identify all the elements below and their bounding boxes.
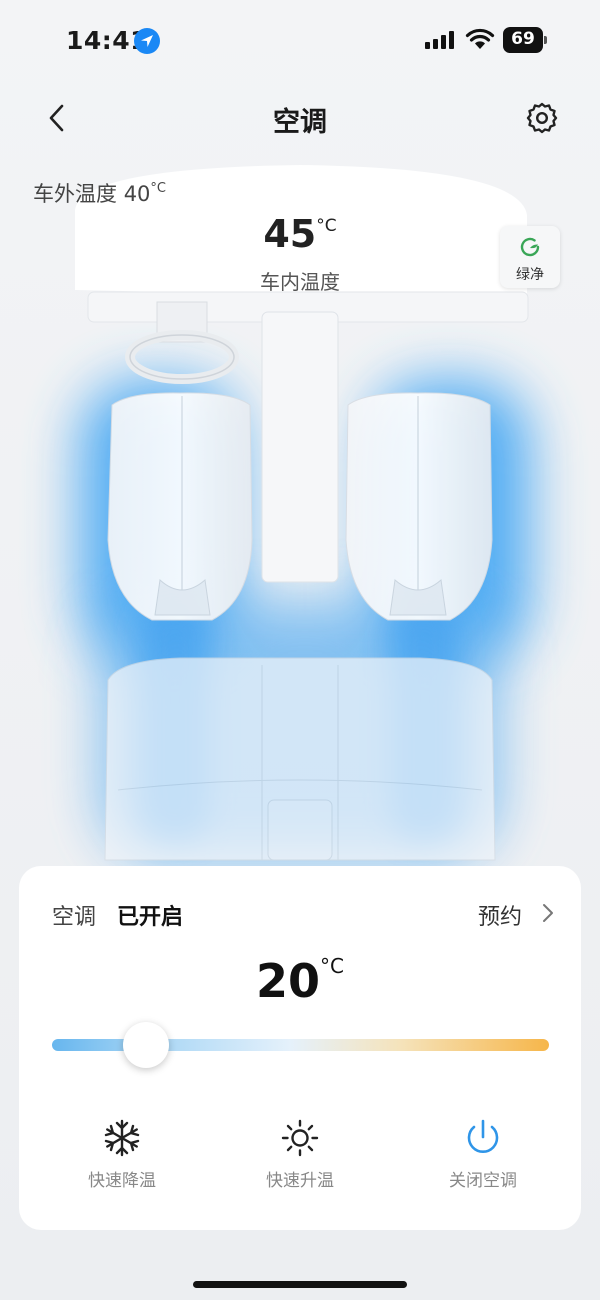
green-clean-label: 绿净	[516, 267, 544, 283]
quick-cool-label: 快速降温	[88, 1171, 156, 1191]
schedule-link[interactable]: 预约	[478, 899, 522, 931]
snowflake-icon	[104, 1119, 140, 1157]
page-title: 空调	[273, 107, 327, 138]
home-indicator[interactable]	[193, 1281, 407, 1288]
turn-off-ac-label: 关闭空调	[449, 1171, 517, 1191]
leaf-refresh-icon	[520, 237, 540, 257]
set-temperature: 20°C	[256, 954, 344, 1008]
settings-button[interactable]	[524, 100, 560, 136]
ac-label: 空调	[52, 905, 97, 930]
ac-control-card: 空调 已开启 预约 20°C 快速降温 快速升温 关闭空调	[19, 866, 581, 1230]
sun-icon	[281, 1119, 319, 1157]
wifi-icon	[465, 28, 495, 49]
quick-heat-button[interactable]: 快速升温	[220, 1114, 380, 1194]
location-arrow-icon	[134, 28, 160, 54]
chevron-right-icon[interactable]	[541, 902, 555, 924]
battery-level: 69	[511, 29, 535, 49]
status-bar: 14:41 69	[0, 0, 600, 80]
turn-off-ac-button[interactable]: 关闭空调	[403, 1114, 563, 1194]
battery-icon: 69	[503, 27, 547, 53]
outside-temperature: 车外温度 40°C	[33, 181, 166, 206]
green-clean-button[interactable]: 绿净	[500, 226, 560, 288]
ac-status: 已开启	[117, 905, 184, 930]
quick-cool-button[interactable]: 快速降温	[42, 1114, 202, 1194]
quick-heat-label: 快速升温	[266, 1171, 334, 1191]
temperature-slider-thumb[interactable]	[123, 1022, 170, 1068]
ac-page: 14:41 69 空调 车外温度 40°C 45°C 车内温度 绿净 空调 已开…	[0, 0, 600, 1300]
power-icon	[467, 1119, 499, 1154]
cellular-signal-icon	[425, 31, 455, 49]
gear-icon	[526, 102, 558, 134]
